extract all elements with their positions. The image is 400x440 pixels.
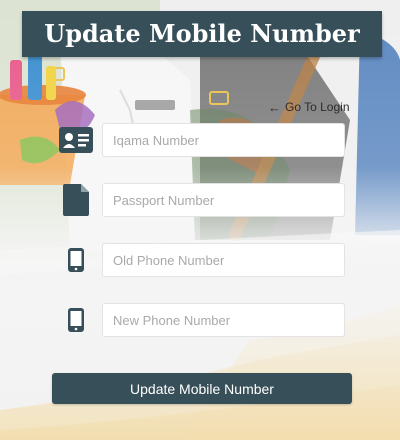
mobile-phone-icon xyxy=(56,303,96,337)
old-phone-number-input[interactable] xyxy=(102,243,345,277)
go-to-login-link[interactable]: ← Go To Login xyxy=(268,99,350,115)
mobile-phone-icon xyxy=(56,243,96,277)
page-title: Update Mobile Number xyxy=(22,11,382,57)
update-mobile-number-button[interactable]: Update Mobile Number xyxy=(52,373,352,404)
passport-row xyxy=(56,183,346,217)
id-card-icon xyxy=(56,123,96,157)
document-icon xyxy=(56,183,96,217)
new-phone-number-input[interactable] xyxy=(102,303,345,337)
passport-number-input[interactable] xyxy=(102,183,345,217)
iqama-row xyxy=(56,123,346,157)
old-phone-row xyxy=(56,243,346,277)
new-phone-row xyxy=(56,303,346,337)
go-to-login-label: Go To Login xyxy=(285,100,350,114)
arrow-left-icon: ← xyxy=(268,99,281,115)
iqama-number-input[interactable] xyxy=(102,123,345,157)
